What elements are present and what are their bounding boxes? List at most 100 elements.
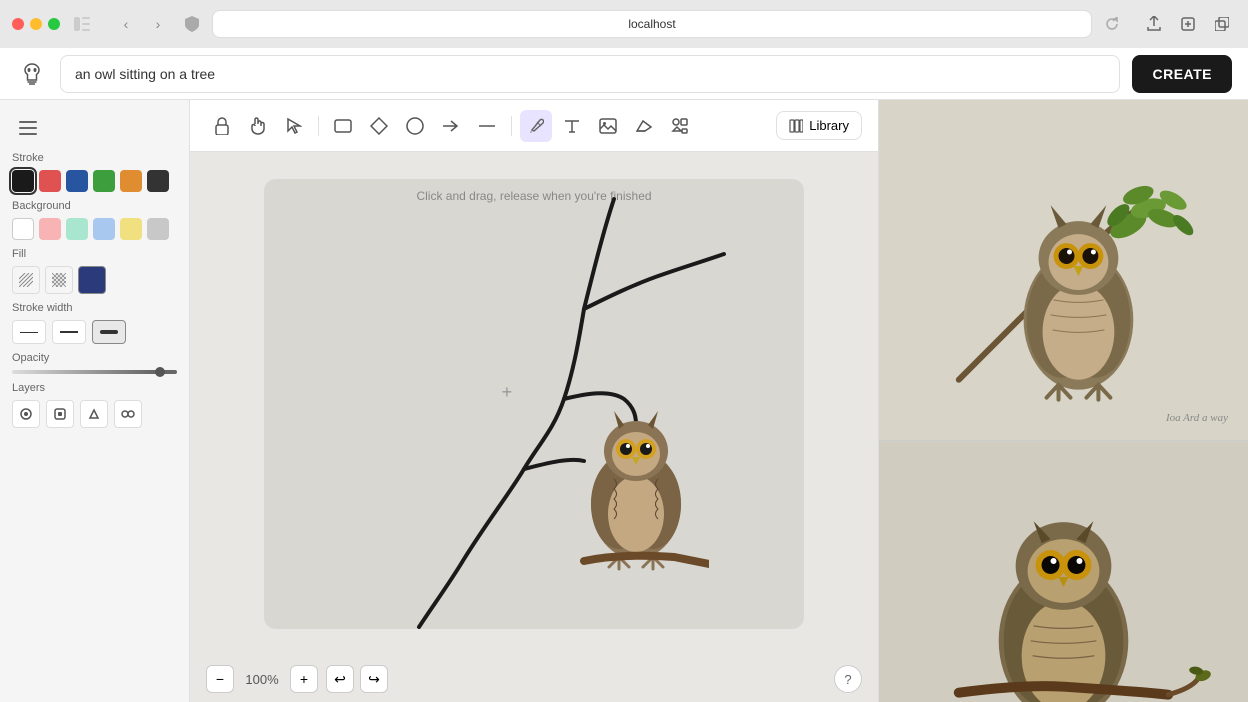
owl-on-canvas-illustration: [564, 389, 709, 574]
fill-label: Fill: [12, 248, 177, 260]
layer-btn-2[interactable]: [46, 400, 74, 428]
share-icon[interactable]: [1140, 10, 1168, 38]
app-body: Stroke Background Fill: [0, 100, 1248, 702]
prompt-input[interactable]: [60, 55, 1120, 93]
tabs-icon[interactable]: [1208, 10, 1236, 38]
layer-btn-3[interactable]: [80, 400, 108, 428]
browser-titlebar: ‹ › localhost: [0, 0, 1248, 48]
canvas-workspace[interactable]: Click and drag, release when you're fini…: [190, 152, 878, 656]
zoom-level-display: 100%: [242, 672, 282, 687]
stroke-color-black[interactable]: [12, 170, 34, 192]
fullscreen-button[interactable]: [48, 18, 60, 30]
hand-tool[interactable]: [242, 110, 274, 142]
zoom-controls: − 100% + ↩ ↪: [206, 665, 388, 693]
url-text: localhost: [628, 17, 675, 31]
drawing-canvas[interactable]: Click and drag, release when you're fini…: [264, 179, 804, 629]
layers-label: Layers: [12, 382, 177, 394]
right-panel: Ioa Ard a way: [878, 100, 1248, 702]
sidebar-toggle-icon[interactable]: [68, 10, 96, 38]
close-button[interactable]: [12, 18, 24, 30]
history-controls: ↩ ↪: [326, 665, 388, 693]
fill-crosshatch[interactable]: [45, 266, 73, 294]
address-bar[interactable]: localhost: [212, 10, 1092, 38]
minimize-button[interactable]: [30, 18, 42, 30]
reference-owl-bottom: [879, 441, 1248, 702]
rectangle-tool[interactable]: [327, 110, 359, 142]
reference-owl-top: [879, 100, 1248, 440]
ref-caption-text: Ioa Ard a way: [1166, 412, 1228, 424]
fill-options: [12, 266, 177, 294]
create-button[interactable]: CREATE: [1132, 55, 1232, 93]
line-tool[interactable]: [471, 110, 503, 142]
bg-color-pink[interactable]: [39, 218, 61, 240]
tool-separator-2: [511, 116, 512, 136]
shield-icon: [180, 12, 204, 36]
image-tool[interactable]: [592, 110, 624, 142]
stroke-color-orange[interactable]: [120, 170, 142, 192]
traffic-lights: [12, 18, 60, 30]
canvas-area: Library Click and drag, release when you…: [190, 100, 878, 702]
menu-icon[interactable]: [12, 112, 44, 144]
background-colors: [12, 218, 177, 240]
cursor-tool[interactable]: [278, 110, 310, 142]
stroke-width-label: Stroke width: [12, 302, 177, 314]
shape-library-tool[interactable]: [664, 110, 696, 142]
bg-color-transparent[interactable]: [12, 218, 34, 240]
stroke-medium[interactable]: [52, 320, 86, 344]
reference-image-top: Ioa Ard a way: [879, 100, 1248, 440]
text-tool[interactable]: [556, 110, 588, 142]
layers-options: [12, 400, 177, 428]
opacity-slider-container[interactable]: [12, 370, 177, 374]
browser-actions: [1140, 10, 1236, 38]
tool-separator-1: [318, 116, 319, 136]
lock-tool[interactable]: [206, 110, 238, 142]
stroke-color-green[interactable]: [93, 170, 115, 192]
stroke-color-red[interactable]: [39, 170, 61, 192]
reload-icon[interactable]: [1100, 12, 1124, 36]
new-tab-icon[interactable]: [1174, 10, 1202, 38]
browser-nav: ‹ ›: [112, 10, 172, 38]
bg-color-mint[interactable]: [66, 218, 88, 240]
opacity-label: Opacity: [12, 352, 177, 364]
stroke-color-blue[interactable]: [66, 170, 88, 192]
canvas-tools: [206, 110, 696, 142]
pen-tool[interactable]: [520, 110, 552, 142]
bg-color-yellow[interactable]: [120, 218, 142, 240]
fill-solid[interactable]: [78, 266, 106, 294]
arrow-tool[interactable]: [435, 110, 467, 142]
ellipse-tool[interactable]: [399, 110, 431, 142]
zoom-out-button[interactable]: −: [206, 665, 234, 693]
help-button[interactable]: ?: [834, 665, 862, 693]
forward-button[interactable]: ›: [144, 10, 172, 38]
canvas-drawing-svg: [264, 179, 804, 629]
bg-color-gray[interactable]: [147, 218, 169, 240]
layer-btn-1[interactable]: [12, 400, 40, 428]
stroke-thin[interactable]: [12, 320, 46, 344]
stroke-label: Stroke: [12, 152, 177, 164]
app-logo: [16, 58, 48, 90]
stroke-color-dark[interactable]: [147, 170, 169, 192]
undo-button[interactable]: ↩: [326, 665, 354, 693]
library-button[interactable]: Library: [776, 111, 862, 140]
back-button[interactable]: ‹: [112, 10, 140, 38]
eraser-tool[interactable]: [628, 110, 660, 142]
bg-color-sky[interactable]: [93, 218, 115, 240]
background-label: Background: [12, 200, 177, 212]
library-label: Library: [809, 118, 849, 133]
canvas-toolbar: Library: [190, 100, 878, 152]
reference-images: Ioa Ard a way: [879, 100, 1248, 702]
left-sidebar: Stroke Background Fill: [0, 100, 190, 702]
redo-button[interactable]: ↪: [360, 665, 388, 693]
stroke-colors: [12, 170, 177, 192]
app-toolbar: CREATE: [0, 48, 1248, 100]
diamond-tool[interactable]: [363, 110, 395, 142]
stroke-thick[interactable]: [92, 320, 126, 344]
layer-btn-4[interactable]: [114, 400, 142, 428]
reference-image-bottom: [879, 441, 1248, 702]
browser-chrome: ‹ › localhost: [0, 0, 1248, 48]
canvas-cursor: +: [502, 382, 513, 403]
fill-hatch[interactable]: [12, 266, 40, 294]
zoom-in-button[interactable]: +: [290, 665, 318, 693]
canvas-footer: − 100% + ↩ ↪ ?: [190, 656, 878, 702]
stroke-width-options: [12, 320, 177, 344]
